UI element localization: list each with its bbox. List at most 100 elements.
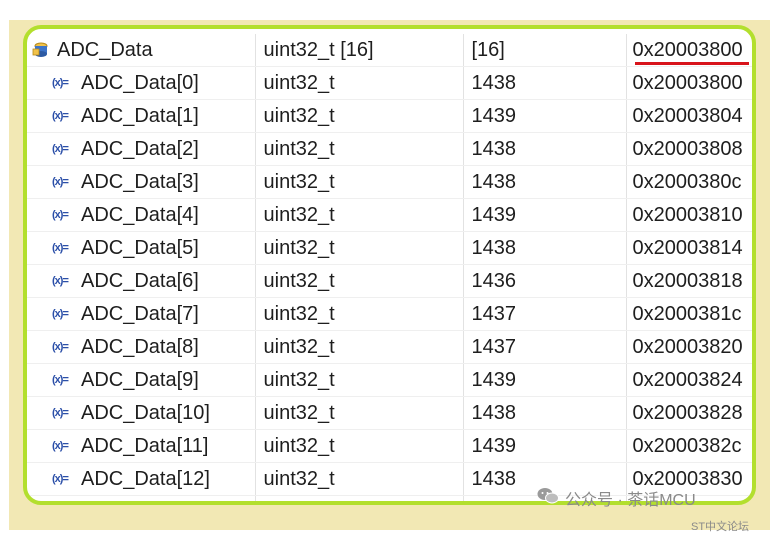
type-cell: uint32_t [16] [255,34,464,67]
table-row[interactable]: (x)= ADC_Data[5] uint32_t 1438 0x20003814 [27,231,752,265]
address-text: 0x20003800 [632,38,743,61]
type-cell: uint32_t [255,66,464,100]
variable-expression-icon: (x)= [52,209,69,221]
variable-expression-icon: (x)= [52,341,69,353]
type-cell: uint32_t [255,396,464,430]
watermark-text: 公众号 · 茶话MCU [565,492,696,509]
variable-expression-icon: (x)= [52,308,69,320]
value-cell[interactable]: 1437 [463,330,627,364]
value-cell[interactable]: 1439 [463,429,627,463]
table-row[interactable]: (x)= ADC_Data[0] uint32_t 1438 0x20003800 [27,66,752,100]
address-cell: 0x20003818 [626,264,752,298]
name-cell: (x)= ADC_Data[2] [27,132,256,166]
address-cell: 0x2000381c [626,297,752,331]
table-row-parent[interactable]: ADC_Data uint32_t [16] [16] 0x20003800 [27,34,752,67]
address-cell: 0x20003820 [626,330,752,364]
name-cell: (x)= ADC_Data[8] [27,330,256,364]
name-cell: (x)= ADC_Data[3] [27,165,256,199]
value-cell[interactable]: 1438 [463,132,627,166]
name-cell: (x)= ADC_Data[9] [27,363,256,397]
wechat-icon [537,487,559,510]
variable-expression-icon: (x)= [52,473,69,485]
table-row[interactable]: (x)= ADC_Data[7] uint32_t 1437 0x2000381c [27,297,752,331]
watermark: 公众号 · 茶话MCU [537,486,696,510]
name-cell: ADC_Data [27,34,256,67]
type-cell: uint32_t [255,462,464,496]
table-row[interactable]: (x)= ADC_Data[11] uint32_t 1439 0x2000382c [27,429,752,463]
value-cell[interactable]: 1439 [463,363,627,397]
variable-name: ADC_Data[8] [81,335,199,358]
name-cell: (x)= ADC_Data[12] [27,462,256,496]
variable-expression-icon: (x)= [52,143,69,155]
address-cell: 0x20003800 [626,66,752,100]
name-cell: (x)=ADC_Data[13] [27,495,256,501]
value-cell[interactable]: 1438 [463,66,627,100]
type-cell: uint32_t [255,363,464,397]
variable-expression-icon: (x)= [52,110,69,122]
name-cell: (x)= ADC_Data[1] [27,99,256,133]
variable-name: ADC_Data[3] [81,170,199,193]
variable-expression-icon: (x)= [52,374,69,386]
variable-name: ADC_Data[6] [81,269,199,292]
table-row[interactable]: (x)= ADC_Data[4] uint32_t 1439 0x20003810 [27,198,752,232]
variable-name: ADC_Data[7] [81,302,199,325]
address-cell: 0x2000380c [626,165,752,199]
address-cell: 0x20003808 [626,132,752,166]
value-cell[interactable]: 1438 [463,396,627,430]
variable-expression-icon: (x)= [52,176,69,188]
type-cell: uint32_t [255,495,464,501]
table-row[interactable]: (x)= ADC_Data[8] uint32_t 1437 0x20003820 [27,330,752,364]
name-cell: (x)= ADC_Data[7] [27,297,256,331]
type-cell: uint32_t [255,132,464,166]
address-cell: 0x2000382c [626,429,752,463]
type-cell: uint32_t [255,198,464,232]
value-cell[interactable]: 1436 [463,264,627,298]
name-cell: (x)= ADC_Data[6] [27,264,256,298]
type-cell: uint32_t [255,429,464,463]
value-cell[interactable]: 1438 [463,165,627,199]
variable-expression-icon: (x)= [52,407,69,419]
address-cell: 0x20003824 [626,363,752,397]
table-row[interactable]: (x)= ADC_Data[10] uint32_t 1438 0x20003828 [27,396,752,430]
table-row[interactable]: (x)= ADC_Data[2] uint32_t 1438 0x20003808 [27,132,752,166]
variable-name: ADC_Data[1] [81,104,199,127]
variable-name: ADC_Data[11] [81,434,209,457]
watermark-subtext: ST中文论坛 [691,521,750,533]
type-cell: uint32_t [255,231,464,265]
address-highlight-underline [634,62,749,65]
variable-name: ADC_Data [57,38,153,61]
type-cell: uint32_t [255,165,464,199]
table-row[interactable]: (x)= ADC_Data[3] uint32_t 1438 0x2000380c [27,165,752,199]
array-variable-icon [31,41,51,59]
value-cell[interactable]: [16] [463,34,627,67]
variables-table: ADC_Data uint32_t [16] [16] 0x20003800 (… [27,34,752,501]
table-row[interactable]: (x)= ADC_Data[9] uint32_t 1439 0x20003824 [27,363,752,397]
table-row[interactable]: (x)= ADC_Data[6] uint32_t 1436 0x20003818 [27,264,752,298]
address-cell: 0x20003828 [626,396,752,430]
table-row[interactable]: (x)= ADC_Data[1] uint32_t 1439 0x20003804 [27,99,752,133]
address-cell: 0x20003804 [626,99,752,133]
variable-name: ADC_Data[5] [81,236,199,259]
address-cell: 0x20003810 [626,198,752,232]
type-cell: uint32_t [255,99,464,133]
variables-view-frame: ADC_Data uint32_t [16] [16] 0x20003800 (… [23,25,756,505]
variable-expression-icon: (x)= [52,440,69,452]
variable-name: ADC_Data[2] [81,137,199,160]
variable-expression-icon: (x)= [52,77,69,89]
name-cell: (x)= ADC_Data[0] [27,66,256,100]
variable-expression-icon: (x)= [52,275,69,287]
value-cell[interactable]: 1439 [463,99,627,133]
type-cell: uint32_t [255,264,464,298]
variable-name: ADC_Data[0] [81,71,199,94]
address-cell: 0x20003814 [626,231,752,265]
value-cell[interactable]: 1439 [463,198,627,232]
variable-expression-icon: (x)= [52,242,69,254]
variable-name: ADC_Data[4] [81,203,199,226]
variable-name: ADC_Data[9] [81,368,199,391]
name-cell: (x)= ADC_Data[11] [27,429,256,463]
variable-name: ADC_Data[12] [81,467,210,490]
value-cell[interactable]: 1438 [463,231,627,265]
name-cell: (x)= ADC_Data[5] [27,231,256,265]
value-cell[interactable]: 1437 [463,297,627,331]
name-cell: (x)= ADC_Data[4] [27,198,256,232]
